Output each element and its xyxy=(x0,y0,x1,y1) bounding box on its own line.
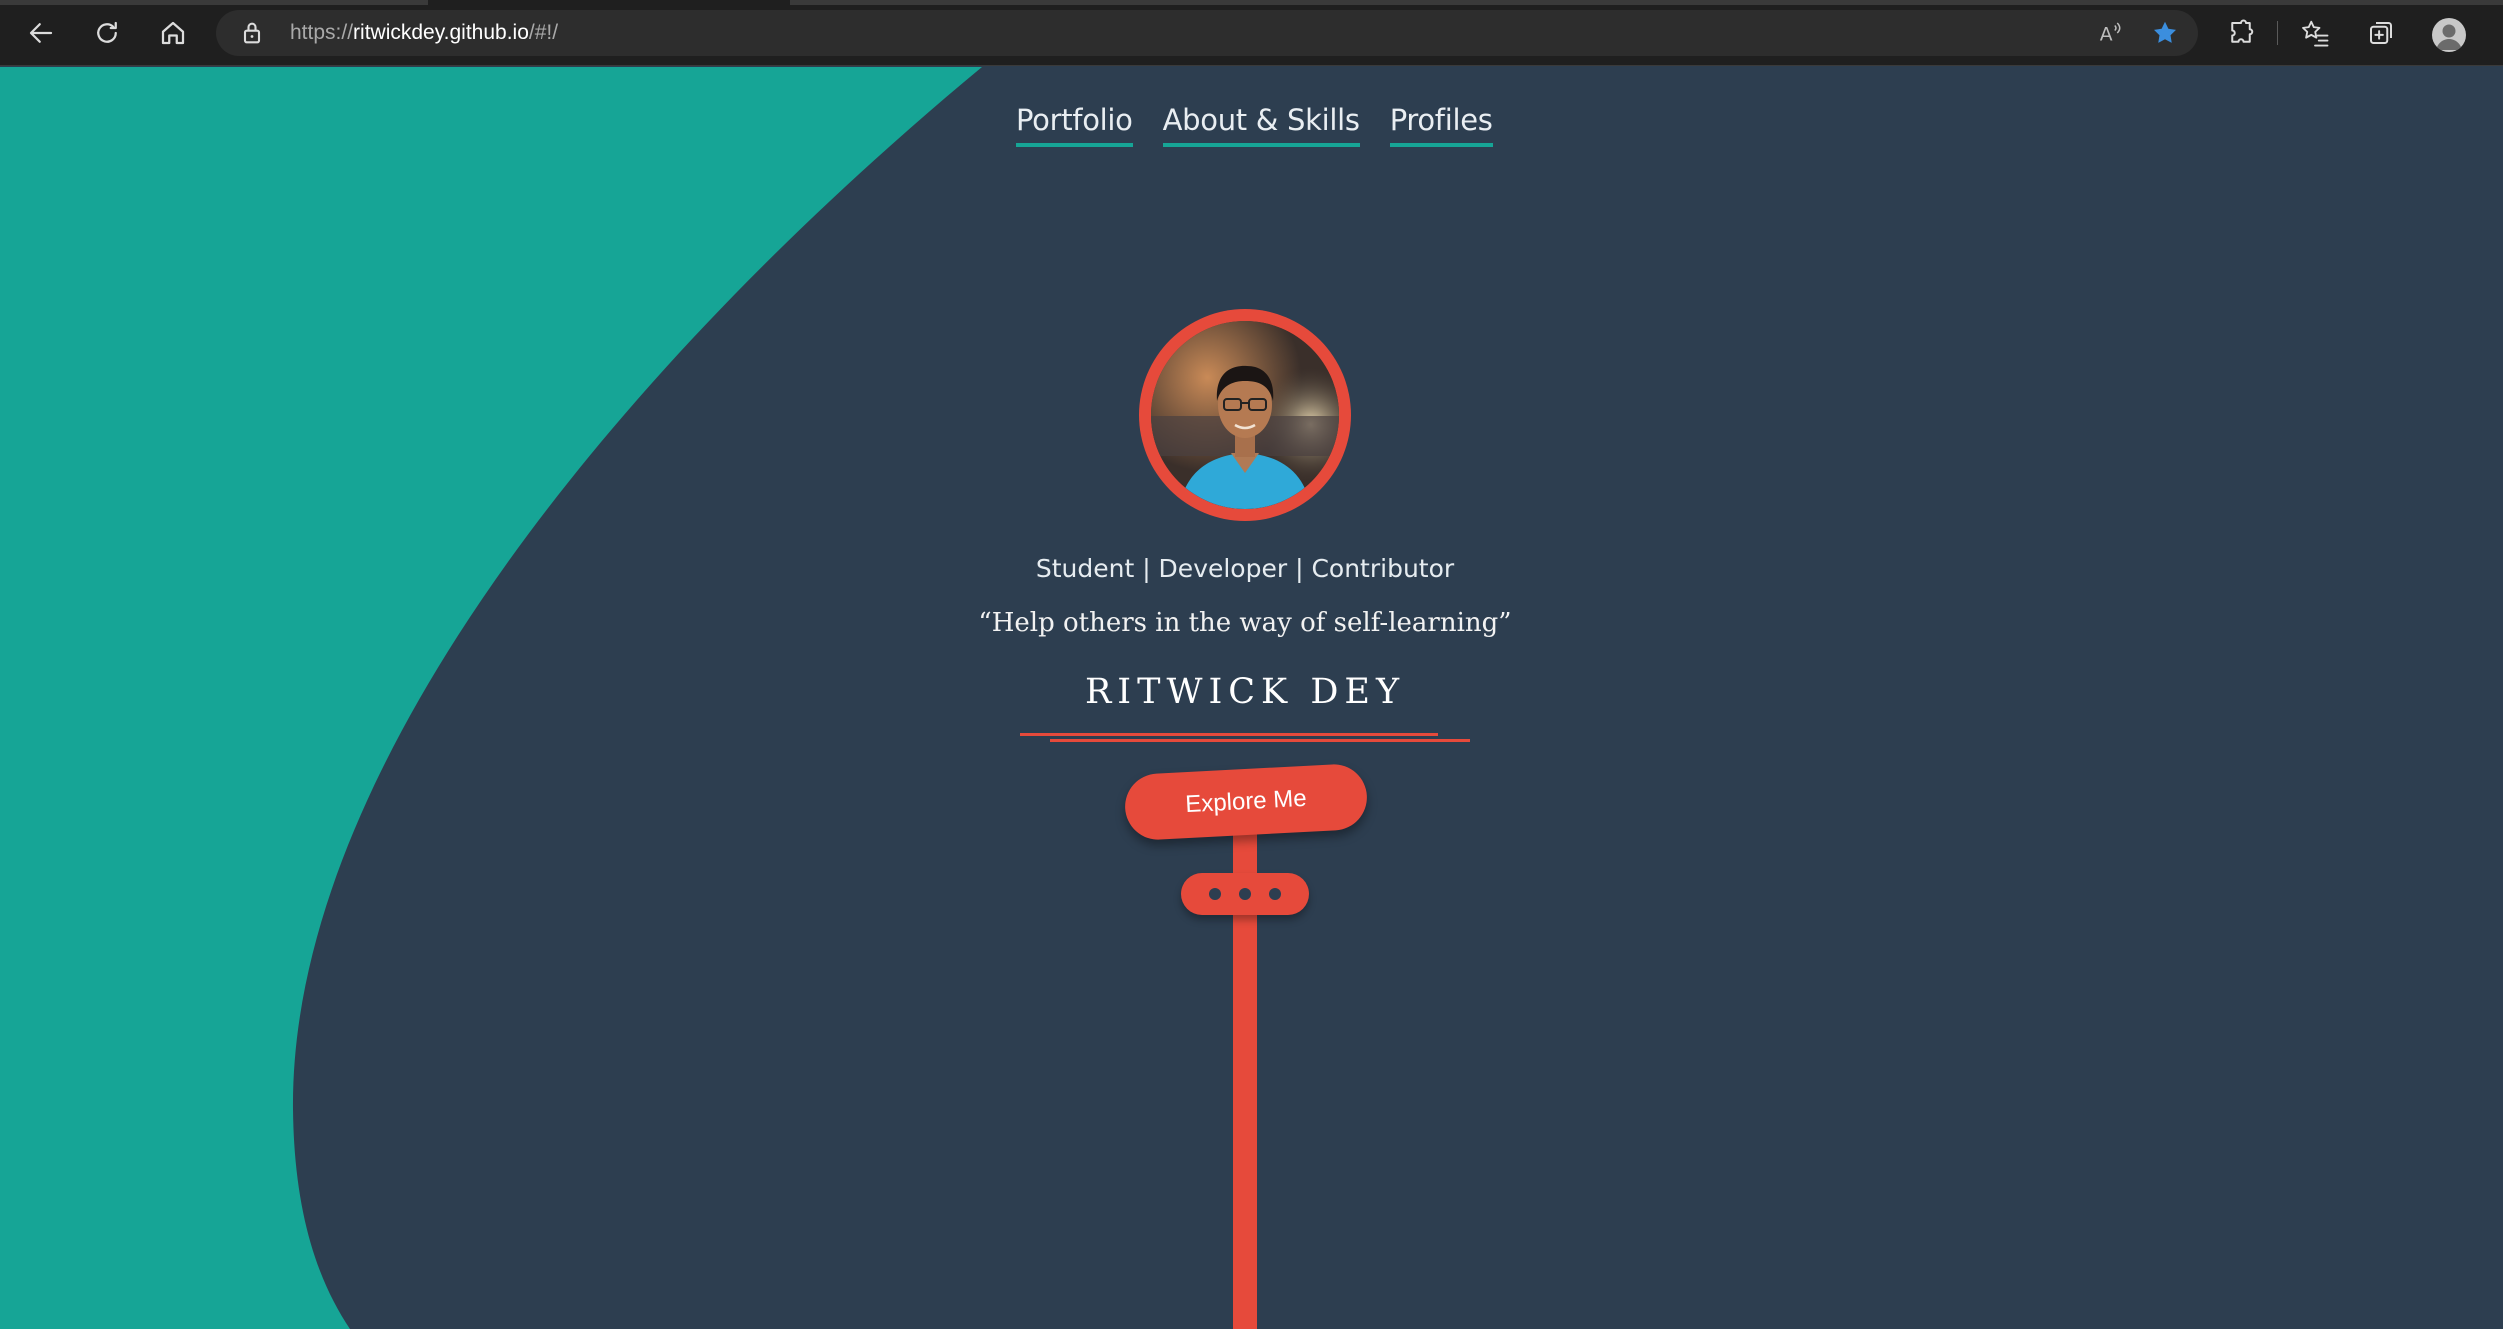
home-icon xyxy=(161,21,185,45)
address-bar[interactable]: https://ritwickdey.github.io/#!/ A xyxy=(216,10,2198,56)
read-aloud-icon[interactable]: A xyxy=(2096,18,2126,48)
explore-me-button[interactable]: Explore Me xyxy=(1123,762,1369,842)
back-arrow-icon xyxy=(29,23,53,43)
favorites-button[interactable] xyxy=(2292,10,2338,56)
lock-icon[interactable] xyxy=(238,19,266,47)
url-text[interactable]: https://ritwickdey.github.io/#!/ xyxy=(290,10,558,56)
tagline: Student | Developer | Contributor xyxy=(1035,554,1455,583)
name-underline xyxy=(1020,733,1438,736)
profile-avatar-icon[interactable] xyxy=(2432,18,2466,52)
puzzle-icon xyxy=(2231,19,2254,43)
favorites-list-icon xyxy=(2302,20,2329,47)
collections-button[interactable] xyxy=(2358,10,2404,56)
more-dots-button[interactable] xyxy=(1181,873,1309,915)
browser-toolbar: https://ritwickdey.github.io/#!/ A xyxy=(0,0,2503,66)
refresh-button[interactable] xyxy=(84,10,130,56)
collections-icon xyxy=(2370,22,2392,44)
nav-about-skills[interactable]: About & Skills xyxy=(1162,103,1360,147)
extensions-button[interactable] xyxy=(2218,10,2264,56)
tab-strip-segment xyxy=(790,0,2503,5)
dot-icon xyxy=(1209,888,1221,900)
name-underline xyxy=(1050,739,1470,742)
profile-picture xyxy=(1139,309,1351,521)
star-icon[interactable] xyxy=(2150,18,2180,48)
url-scheme: https:// xyxy=(290,21,354,44)
portfolio-page: Portfolio About & Skills Profiles Studen… xyxy=(0,67,2503,1329)
refresh-icon xyxy=(97,21,117,43)
toolbar-separator xyxy=(2277,21,2278,45)
svg-text:A: A xyxy=(2100,25,2113,46)
motto-quote: “Help others in the way of self-learning… xyxy=(978,608,1512,638)
dot-icon xyxy=(1269,888,1281,900)
nav-profiles[interactable]: Profiles xyxy=(1389,103,1493,147)
tab-strip-segment xyxy=(0,0,428,5)
owner-name: RITWICK DEY xyxy=(1084,672,1406,712)
back-button[interactable] xyxy=(18,10,64,56)
url-host: ritwickdey.github.io xyxy=(353,21,529,44)
profile-photo xyxy=(1151,321,1339,509)
nav-portfolio[interactable]: Portfolio xyxy=(1016,103,1133,147)
main-nav: Portfolio About & Skills Profiles xyxy=(1016,103,1493,147)
url-path: /#!/ xyxy=(528,21,559,44)
dot-icon xyxy=(1239,888,1251,900)
home-button[interactable] xyxy=(150,10,196,56)
